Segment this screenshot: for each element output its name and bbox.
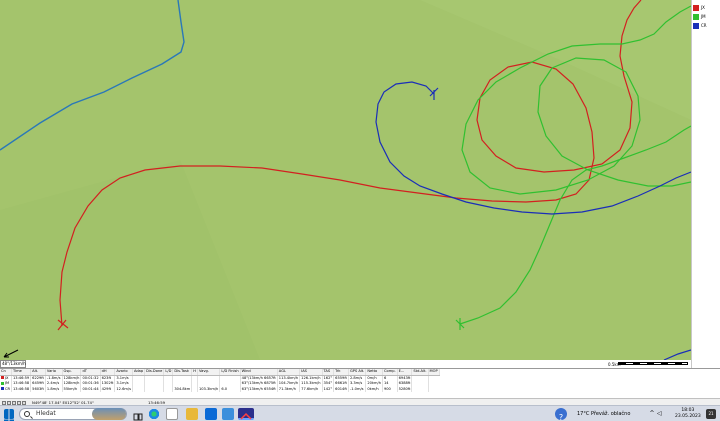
flight-data-grid: Cn Time Alt. Vario Gsp. dT dH Avario Adap Dis.Don… [0,368,720,398]
wind-readout: 48°/13km/h [0,360,26,368]
table-cell: 128km/h [62,381,82,387]
table-cell: 104.7km/h [277,381,301,387]
table-cell: 6661ft [333,381,349,387]
table-cell: 6.0 [219,386,241,392]
system-clock[interactable]: 18:03 23.05.2023 [675,408,701,420]
table-cell: 20km/h [365,381,383,387]
table-cell: 354° [322,381,335,387]
table-row[interactable]: CR 13:46:58 5603ft 1.8m/s 55km/h 00:01:44 429f… [0,386,439,392]
legend-label: JX [701,5,705,10]
table-cell: 13:46:58 [11,381,32,387]
legend-swatch [693,14,699,20]
table-cell [163,386,174,392]
table-body: JX 13:46:59 6229ft -1.8m/s 128km/h 00:01:32 62… [0,375,439,392]
legend-item-cr[interactable]: CR [693,22,707,30]
track-jm-end [455,318,465,330]
table-cell: 900 [382,386,398,392]
outlook-icon[interactable] [205,408,217,420]
table-cell: 6459ft [30,381,46,387]
track-cr-fragment [663,349,691,360]
speaker-icon[interactable]: ◁ [657,408,665,420]
cell-text: JM [5,381,10,385]
column-header[interactable]: Dis.Done [144,369,165,376]
legend-swatch [693,5,699,11]
legend-label: CR [701,23,707,28]
table-cell: 71.3km/h [277,386,301,392]
pilot-color-marker [1,381,4,385]
column-header[interactable]: Dis.Task [172,369,193,376]
table-cell: 142° [322,386,335,392]
clock-date: 23.05.2023 [675,414,701,419]
svg-text:?: ? [559,413,563,421]
table-cell: 5280ft [397,386,413,392]
table-cell [144,386,165,392]
help-icon[interactable]: ? [555,408,567,421]
table-cell: 115.3km/h [299,381,323,387]
column-header[interactable]: L/D Finish [219,369,241,376]
windows-taskbar: Hledat ? 17°C Převáž. oblačno ^ ◁ 18:03 … [0,405,720,421]
store-icon[interactable] [166,408,178,420]
airspace-boundary [0,0,185,151]
scale-bar [618,362,688,365]
legend-item-jx[interactable]: JX [693,4,705,12]
table-cell: 12.6m/s [114,386,133,392]
legend-label: JM [701,14,706,19]
map-canvas[interactable] [0,0,691,360]
search-placeholder: Hledat [36,410,56,417]
table-cell [411,386,429,392]
map-scale: 0.5km [606,360,691,367]
column-header[interactable]: Std.Alt. [411,369,429,376]
task-view-icon[interactable] [132,408,144,421]
table-cell [132,386,146,392]
table-cell: 63°/13km/h 6554ft [240,386,278,392]
column-header[interactable]: GPS Alt. [348,369,367,376]
cell-text: JX [5,375,9,380]
cell-text: CR [5,386,11,391]
table-cell: 5603ft [30,386,46,392]
flight-table: Cn Time Alt. Vario Gsp. dT dH Avario Adap Dis.Don… [0,369,440,392]
windows-start-icon[interactable] [4,409,14,421]
weather-text[interactable]: 17°C Převáž. oblačno [577,409,630,419]
column-header[interactable]: Comp. [382,369,398,376]
keyboard-icon[interactable] [666,408,674,420]
map-view[interactable] [0,0,691,360]
table-cell: 55km/h [62,386,82,392]
search-highlight-icon[interactable] [92,408,126,420]
chevron-up-icon[interactable]: ^ [648,408,656,420]
column-header[interactable]: Adap [132,369,146,376]
table-cell: 429ft [100,386,116,392]
seeyou-app-icon[interactable] [238,408,254,420]
table-cell: 63°/13km/h 6875ft [240,381,278,387]
notification-badge[interactable]: 21 [706,409,716,419]
app-icon[interactable] [222,408,234,420]
terrain-shade [0,160,260,360]
track-cr-end [429,87,439,100]
search-icon [24,411,30,417]
table-cell: -1.0m/s [348,386,367,392]
table-cell: 6388ft [397,381,413,387]
table-cell: 304.8km [172,386,193,392]
terrain-shade [420,0,691,120]
table-cell: 13:46:58 [11,386,32,392]
table-cell: 00:01:44 [80,386,101,392]
legend-panel: JX JM CR [691,0,720,368]
cell-competition-number: CR [0,386,12,392]
file-explorer-icon[interactable] [186,408,198,420]
table-cell: 6014ft [333,386,349,392]
column-header[interactable]: MOP [428,369,440,376]
table-cell: 1302ft [100,381,116,387]
legend-item-jm[interactable]: JM [693,13,706,21]
pilot-color-marker [1,387,4,390]
legend-swatch [693,23,699,29]
pilot-color-marker [1,376,4,379]
table-cell: 0km/h [365,386,383,392]
table-cell: 103.3km/h [197,386,221,392]
table-cell: 77.6km/h [299,386,323,392]
table-cell: 00:01:36 [80,381,101,387]
playback-bar: N49°48' 17.04" E012°52' 01.74" 13:46:59 [0,398,720,405]
edge-browser-icon[interactable] [148,408,160,420]
table-cell: 1.8m/s [45,386,63,392]
